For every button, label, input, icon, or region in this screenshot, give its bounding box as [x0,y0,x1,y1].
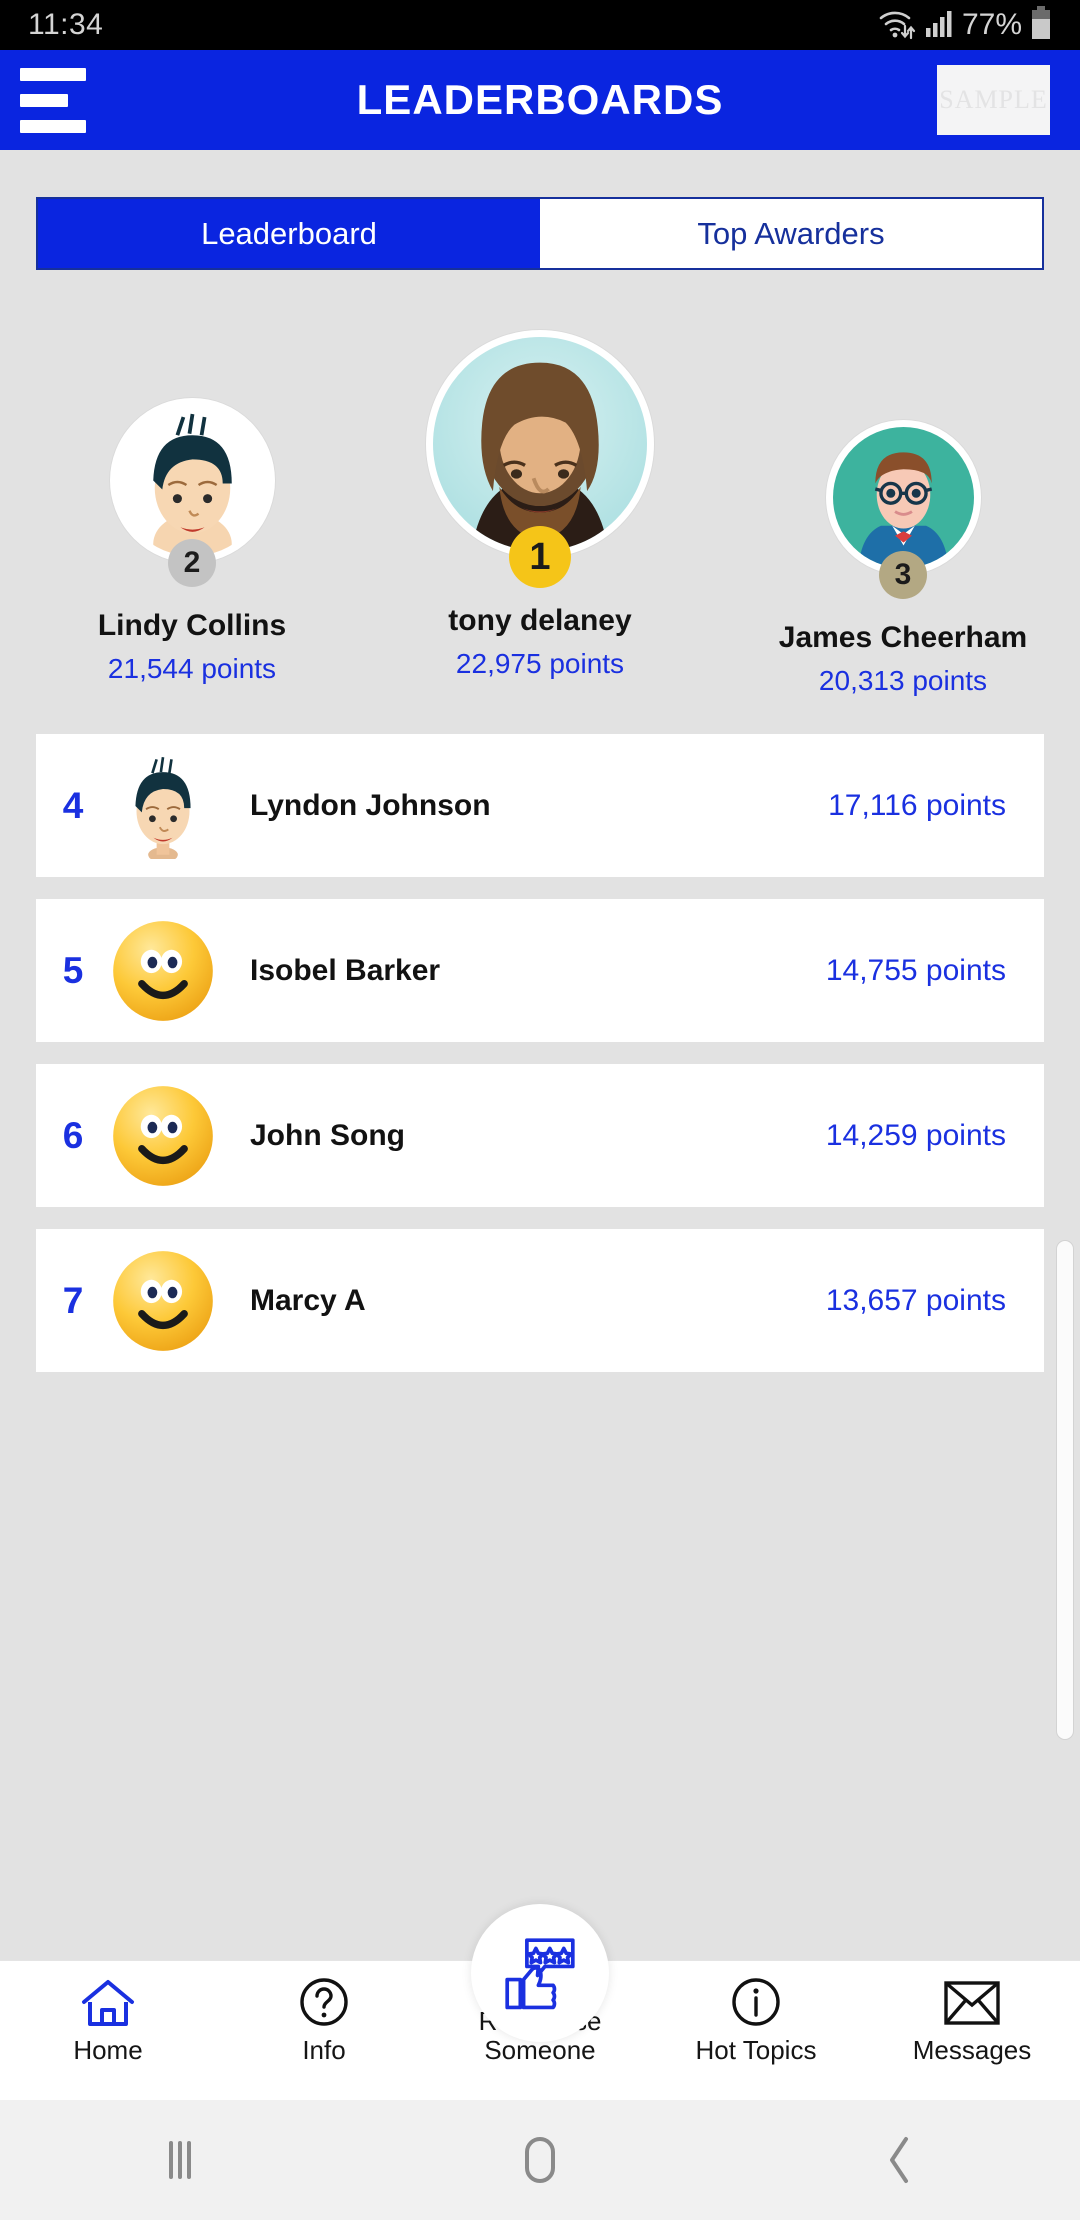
tab-leaderboard[interactable]: Leaderboard [38,199,540,268]
row-rank: 5 [62,949,84,991]
row-avatar [110,1083,216,1189]
table-row[interactable]: 5 Isobel Barker 14,755 points [36,899,1044,1042]
status-bar-icons: 77% [878,5,1052,45]
nav-label: Hot Topics [695,2035,817,2065]
male-avatar-glasses-bowtie [832,427,974,568]
podium-points: 20,313 points [818,665,988,697]
recents-icon[interactable] [0,2135,360,2185]
status-bar: 11:34 77% [0,0,1080,50]
row-rank: 7 [62,1279,84,1321]
podium-name: tony delaney [448,604,632,637]
podium-name: Lindy Collins [97,609,287,642]
nav-label: Info [302,2035,346,2065]
male-avatar-dark-hair [135,756,191,862]
avatar-wrapper: 3 [825,420,981,599]
podium-place-1[interactable]: 1 tony delaney 22,975 points [390,330,690,680]
envelope-icon [943,1975,1001,2031]
podium-place-3[interactable]: 3 James Cheerham 20,313 points [768,420,1038,697]
signal-icon [924,8,954,43]
question-mark-icon [299,1975,349,2031]
app-logo: SAMPLE [937,65,1050,135]
page-title: LEADERBOARDS [356,76,724,123]
scrollbar-thumb[interactable] [1056,1240,1074,1740]
podium-points: 22,975 points [455,648,625,680]
nav-item-hot-topics[interactable]: Hot Topics [648,1961,864,2065]
app-bar: LEADERBOARDS SAMPLE [0,50,1080,150]
row-points: 13,657 points [825,1283,1006,1317]
recognise-someone-fab[interactable] [471,1904,609,2042]
row-name: John Song [250,1118,405,1152]
row-rank: 6 [62,1114,84,1156]
nav-item-messages[interactable]: Messages [864,1961,1080,2065]
rank-medal: 2 [168,539,216,587]
podium: 2 Lindy Collins 21,544 points 1 tony del… [0,330,1080,710]
thumbs-up-stars-icon [505,1938,575,2010]
battery-percent-label: 77% [961,8,1022,41]
status-bar-time: 11:34 [28,8,104,41]
row-points: 14,259 points [825,1118,1006,1152]
rank-medal: 1 [509,526,571,588]
hamburger-menu-icon[interactable] [20,67,86,133]
main-content: Leaderboard Top Awarders 2 Lindy Collins… [0,150,1080,1990]
home-icon [80,1975,136,2031]
nav-item-info[interactable]: Info [216,1961,432,2065]
podium-name: James Cheerham [778,621,1028,654]
avatar [426,330,654,558]
nav-label: Home [73,2035,143,2065]
row-name: Lyndon Johnson [250,788,491,822]
row-points: 14,755 points [825,953,1006,987]
avatar-wrapper: 2 [109,398,275,587]
home-circle-icon[interactable] [360,2132,720,2188]
smiley-face-icon [113,1250,213,1351]
smiley-face-icon [113,1085,213,1186]
table-row[interactable]: 4 Lyndon Johnson 17,116 points [36,734,1044,877]
row-rank: 4 [62,784,84,826]
leaderboard-tabs: Leaderboard Top Awarders [36,197,1044,270]
nav-label: Messages [912,2035,1032,2065]
battery-icon [1030,5,1052,45]
system-navigation-bar [0,2100,1080,2220]
podium-place-2[interactable]: 2 Lindy Collins 21,544 points [52,398,332,685]
row-name: Marcy A [250,1283,366,1317]
row-avatar [110,753,216,862]
row-name: Isobel Barker [250,953,441,987]
smiley-face-icon [113,920,213,1021]
table-row[interactable]: 6 John Song 14,259 points [36,1064,1044,1207]
avatar-wrapper: 1 [426,330,654,588]
podium-points: 21,544 points [107,653,277,685]
rank-medal: 3 [879,551,927,599]
row-avatar [110,1248,216,1354]
photo-bearded-man [433,337,647,551]
row-points: 17,116 points [828,788,1006,822]
leaderboard-list: 4 Lyndon Johnson 17,116 points 5 Isobel … [0,734,1080,1372]
table-row[interactable]: 7 Marcy A 13,657 points [36,1229,1044,1372]
male-avatar-dark-hair [116,405,268,556]
back-chevron-icon[interactable] [720,2133,1080,2187]
wifi-icon [878,6,916,45]
nav-item-home[interactable]: Home [0,1961,216,2065]
tab-top-awarders[interactable]: Top Awarders [540,199,1042,268]
row-avatar [110,918,216,1024]
info-circle-icon [731,1975,781,2031]
